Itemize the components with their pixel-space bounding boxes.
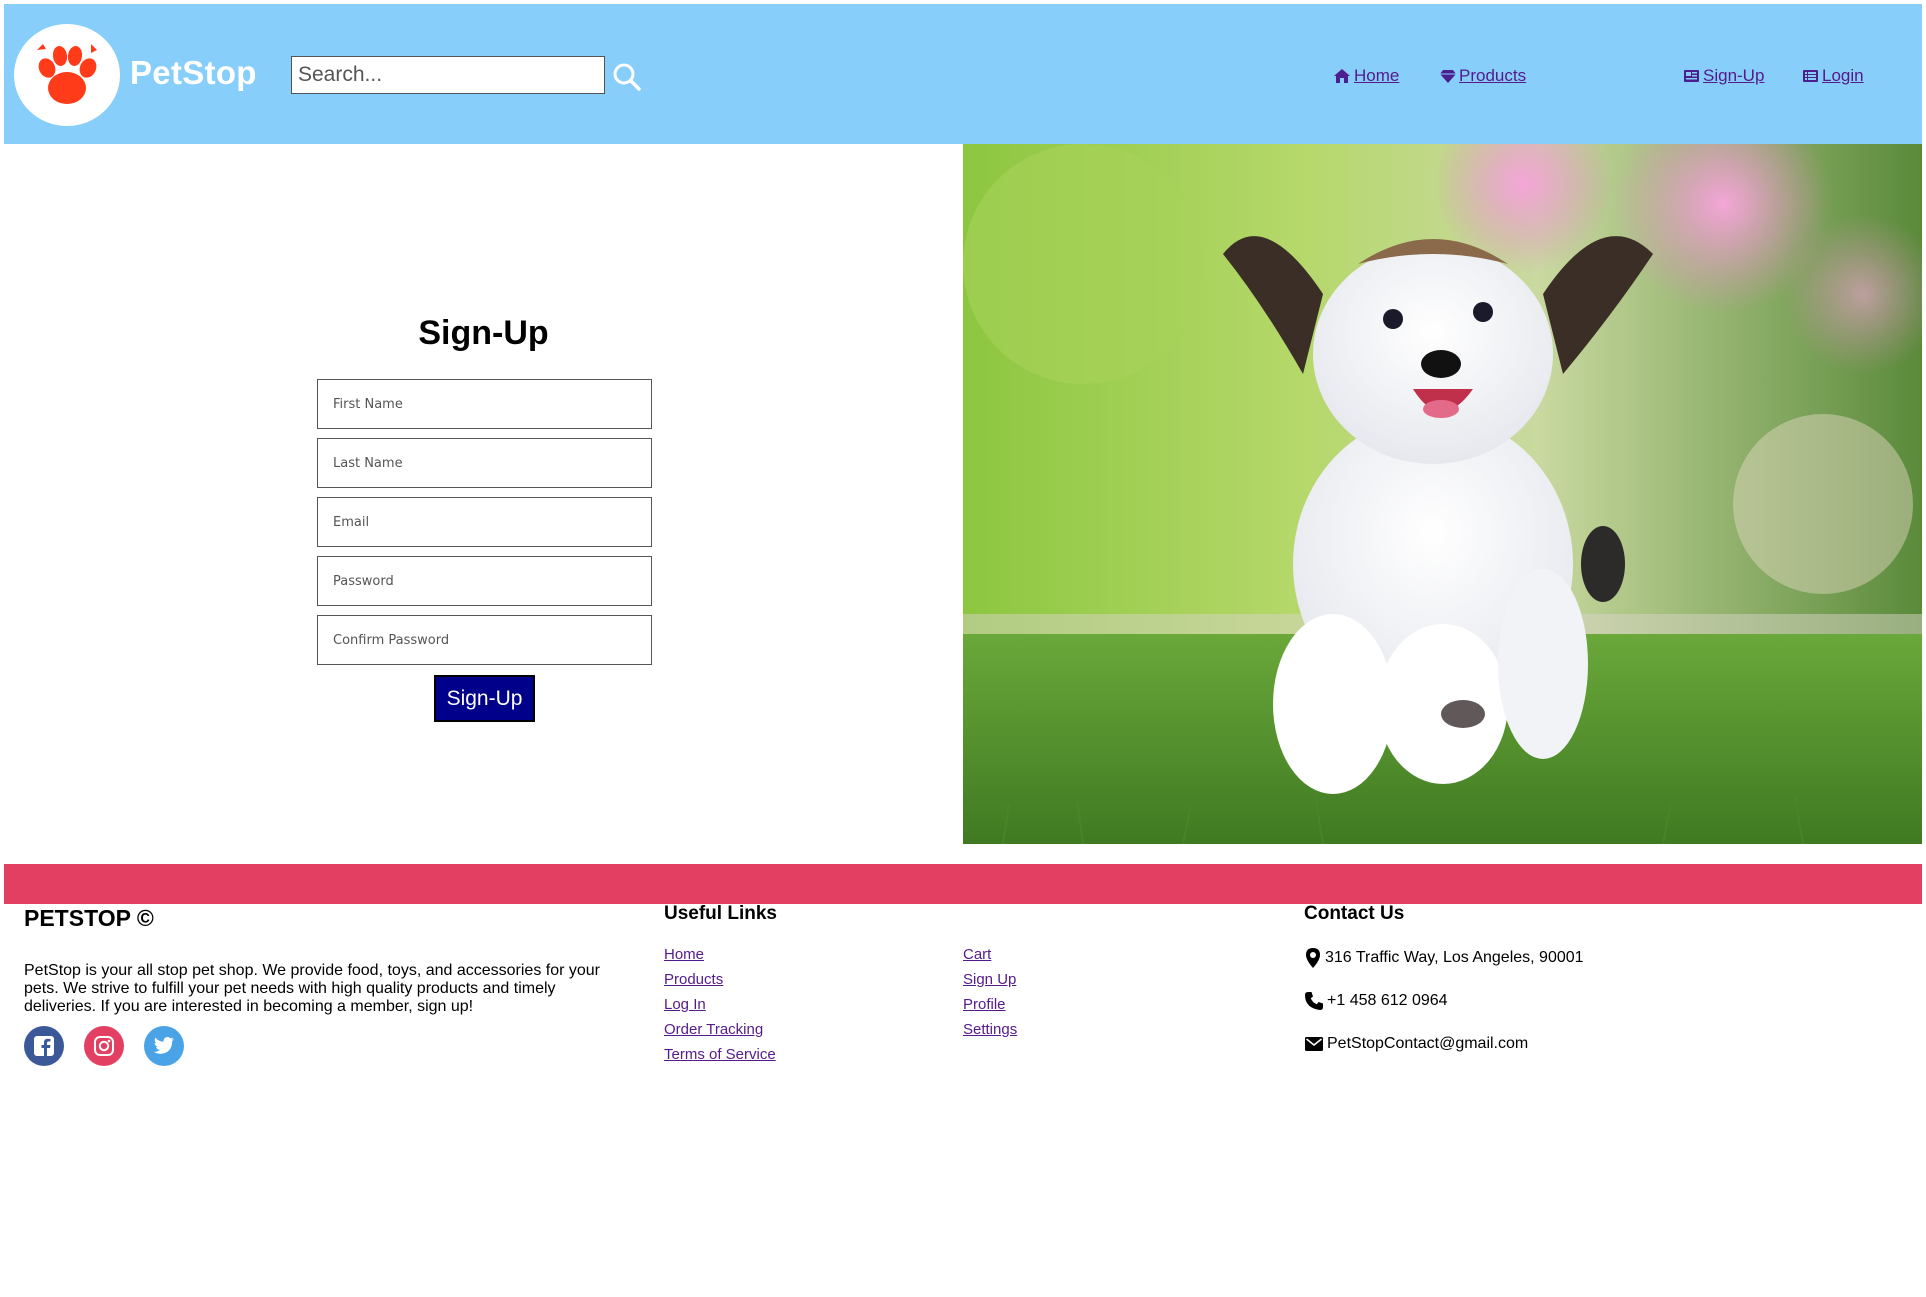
brand-name[interactable]: PetStop xyxy=(130,54,257,92)
site-header: PetStop Home Products Sign-Up xyxy=(4,4,1922,144)
facebook-button[interactable] xyxy=(24,1026,64,1066)
email-field[interactable] xyxy=(317,497,652,547)
nav-signup[interactable]: Sign-Up xyxy=(1683,66,1764,86)
puppy-illustration xyxy=(963,144,1922,844)
logo[interactable] xyxy=(14,24,120,126)
nav-products-label: Products xyxy=(1459,66,1527,85)
footer-link-cart[interactable]: Cart xyxy=(963,946,991,963)
nav-home-label: Home xyxy=(1354,66,1400,85)
nav-home[interactable]: Home xyxy=(1333,66,1399,86)
list-icon xyxy=(1803,70,1818,82)
first-name-field[interactable] xyxy=(317,379,652,429)
contact-email: PetStopContact@gmail.com xyxy=(1304,1035,1528,1053)
mail-icon xyxy=(1305,1037,1323,1051)
instagram-button[interactable] xyxy=(84,1026,124,1066)
footer-link-order-tracking[interactable]: Order Tracking xyxy=(664,1021,763,1038)
search-icon[interactable] xyxy=(612,62,642,92)
twitter-button[interactable] xyxy=(144,1026,184,1066)
paw-icon xyxy=(37,44,97,104)
signup-submit-button[interactable]: Sign-Up xyxy=(434,675,535,722)
instagram-icon xyxy=(94,1036,114,1056)
footer-bar xyxy=(4,864,1922,904)
footer-link-profile[interactable]: Profile xyxy=(963,996,1006,1013)
nav-login[interactable]: Login xyxy=(1802,66,1864,86)
footer-link-settings[interactable]: Settings xyxy=(963,1021,1017,1038)
footer-link-terms[interactable]: Terms of Service xyxy=(664,1046,776,1063)
footer-link-home[interactable]: Home xyxy=(664,946,704,963)
contact-address-text: 316 Traffic Way, Los Angeles, 90001 xyxy=(1325,949,1584,966)
footer-link-products[interactable]: Products xyxy=(664,971,723,988)
facebook-icon xyxy=(34,1036,54,1056)
search-input[interactable] xyxy=(291,56,605,94)
footer-brand: PETSTOP © xyxy=(24,905,154,931)
home-icon xyxy=(1334,69,1350,83)
hero-image xyxy=(963,144,1922,844)
password-field[interactable] xyxy=(317,556,652,606)
confirm-password-field[interactable] xyxy=(317,615,652,665)
footer-link-signup[interactable]: Sign Up xyxy=(963,971,1016,988)
signup-title: Sign-Up xyxy=(418,314,549,352)
twitter-icon xyxy=(153,1037,174,1054)
nav-signup-label: Sign-Up xyxy=(1703,66,1765,85)
gem-icon xyxy=(1440,70,1456,83)
newspaper-icon xyxy=(1684,70,1699,82)
contact-title: Contact Us xyxy=(1304,903,1405,924)
footer-link-login[interactable]: Log In xyxy=(664,996,706,1013)
phone-icon xyxy=(1305,992,1323,1010)
contact-address: 316 Traffic Way, Los Angeles, 90001 xyxy=(1304,947,1584,969)
last-name-field[interactable] xyxy=(317,438,652,488)
signup-section: Sign-Up Sign-Up xyxy=(4,144,963,844)
useful-links-title: Useful Links xyxy=(664,903,777,924)
contact-phone: +1 458 612 0964 xyxy=(1304,991,1448,1011)
nav-login-label: Login xyxy=(1822,66,1864,85)
nav-products[interactable]: Products xyxy=(1440,66,1526,86)
footer-description: PetStop is your all stop pet shop. We pr… xyxy=(24,962,601,1015)
contact-email-text: PetStopContact@gmail.com xyxy=(1327,1035,1529,1052)
location-pin-icon xyxy=(1306,948,1320,968)
contact-phone-text: +1 458 612 0964 xyxy=(1327,992,1448,1009)
